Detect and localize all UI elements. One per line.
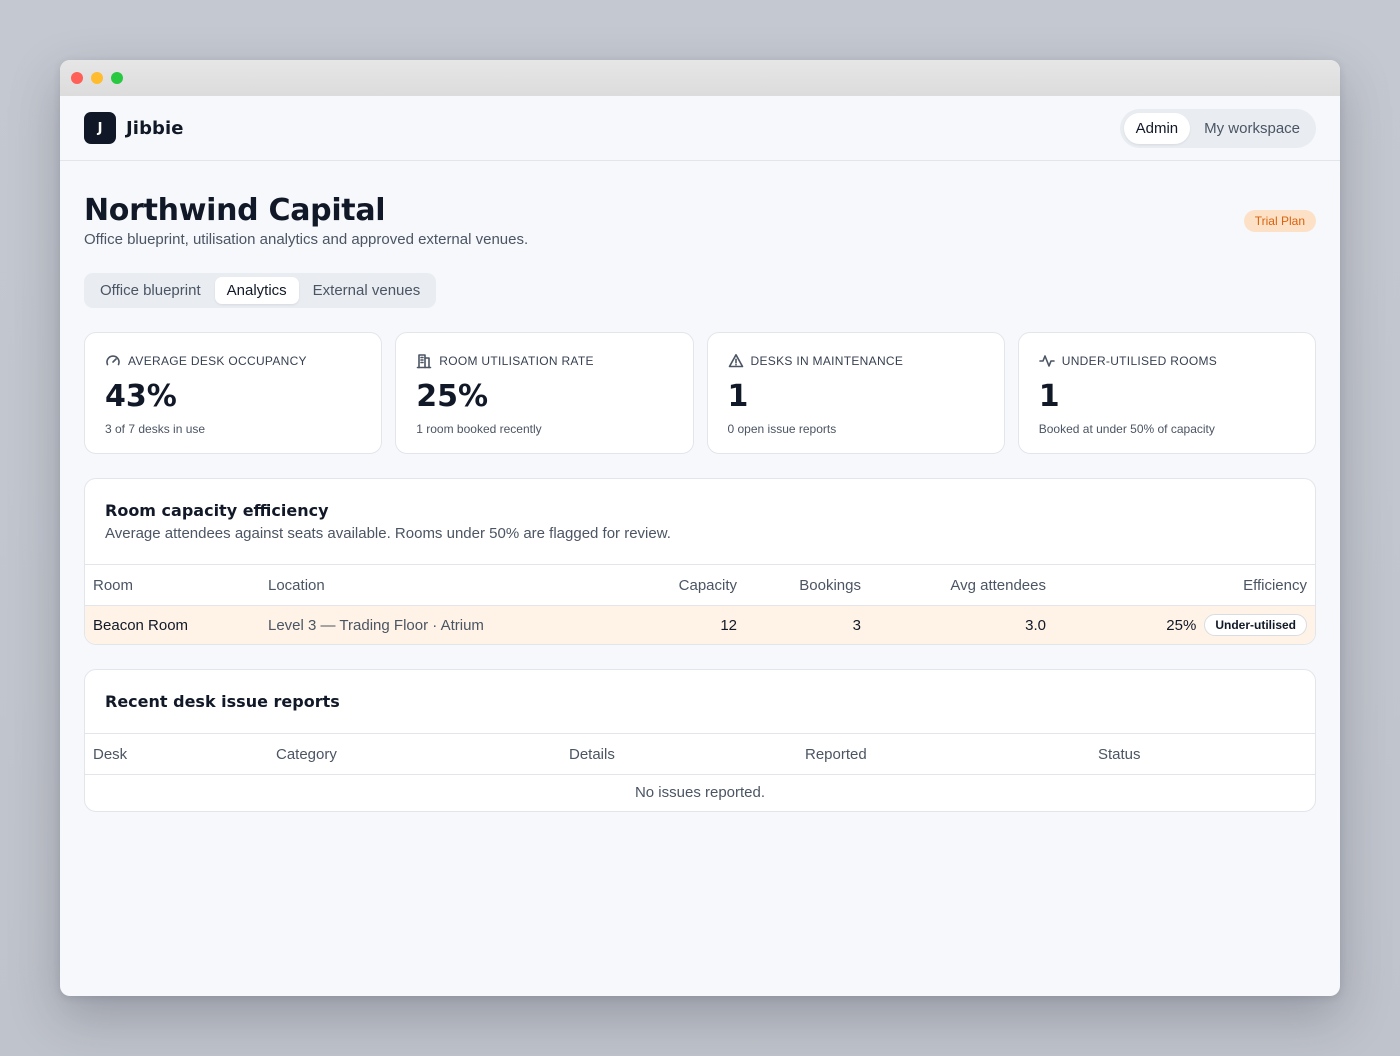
plan-badge: Trial Plan [1243, 210, 1316, 232]
main-content: Northwind Capital Office blueprint, util… [60, 161, 1340, 812]
app-window: J Jibbie Admin My workspace Northwind Ca… [60, 60, 1340, 996]
table-row[interactable]: Beacon Room Level 3 — Trading Floor · At… [85, 605, 1315, 644]
brand-name: Jibbie [126, 117, 184, 139]
kpi-caption: 1 room booked recently [416, 422, 542, 436]
maximize-window-button[interactable] [111, 72, 123, 84]
column-header-category[interactable]: Category [268, 733, 561, 775]
room-efficiency-value: 25% [1166, 616, 1197, 634]
column-header-location[interactable]: Location [260, 564, 590, 606]
kpi-card-desks-maintenance: DESKS IN MAINTENANCE 1 0 open issue repo… [706, 332, 1005, 454]
column-header-desk[interactable]: Desk [85, 733, 268, 775]
activity-icon [1038, 355, 1055, 367]
kpi-label: AVERAGE DESK OCCUPANCY [128, 354, 307, 368]
mode-admin-button[interactable]: Admin [1123, 112, 1191, 144]
room-bookings: 3 [745, 605, 869, 644]
room-efficiency-table: Room Location Capacity Bookings Avg atte… [85, 564, 1315, 644]
kpi-grid: AVERAGE DESK OCCUPANCY 43% 3 of 7 desks … [84, 332, 1316, 454]
table-header-row: Room Location Capacity Bookings Avg atte… [85, 564, 1315, 606]
empty-row: No issues reported. [85, 775, 1315, 811]
kpi-value: 1 [727, 379, 749, 414]
kpi-value: 25% [416, 379, 489, 414]
issue-reports-card: Recent desk issue reports Desk Category … [84, 669, 1316, 812]
gauge-icon [106, 355, 120, 366]
kpi-card-desk-occupancy: AVERAGE DESK OCCUPANCY 43% 3 of 7 desks … [84, 332, 383, 454]
brand-logo: J [84, 112, 116, 144]
card-title: Room capacity efficiency [105, 501, 329, 520]
card-subtitle: Average attendees against seats availabl… [105, 525, 671, 542]
room-capacity: 12 [590, 605, 745, 644]
room-efficiency-card: Room capacity efficiency Average attende… [84, 478, 1316, 645]
top-bar: J Jibbie Admin My workspace [60, 96, 1340, 161]
mode-workspace-button[interactable]: My workspace [1192, 113, 1312, 144]
column-header-reported[interactable]: Reported [797, 733, 1090, 775]
kpi-caption: Booked at under 50% of capacity [1038, 422, 1215, 436]
brand[interactable]: J Jibbie [84, 112, 184, 144]
kpi-label: UNDER-UTILISED ROOMS [1061, 354, 1218, 368]
room-avg-attendees: 3.0 [869, 605, 1054, 644]
issue-reports-table: Desk Category Details Reported Status No… [85, 733, 1315, 811]
kpi-caption: 3 of 7 desks in use [105, 422, 206, 436]
section-tabs: Office blueprint Analytics External venu… [84, 273, 437, 308]
column-header-status[interactable]: Status [1090, 733, 1315, 775]
kpi-label: ROOM UTILISATION RATE [439, 354, 594, 368]
kpi-caption: 0 open issue reports [727, 422, 837, 436]
column-header-details[interactable]: Details [561, 733, 797, 775]
tab-analytics[interactable]: Analytics [214, 277, 299, 304]
empty-state-text: No issues reported. [634, 784, 766, 802]
card-title: Recent desk issue reports [105, 692, 340, 711]
warning-icon [728, 354, 743, 368]
mode-switch: Admin My workspace [1119, 108, 1316, 148]
window-titlebar [60, 60, 1340, 96]
kpi-card-under-utilised: UNDER-UTILISED ROOMS 1 Booked at under 5… [1017, 332, 1316, 454]
minimize-window-button[interactable] [91, 72, 103, 84]
column-header-capacity[interactable]: Capacity [590, 564, 745, 606]
close-window-button[interactable] [71, 72, 83, 84]
column-header-avg-attendees[interactable]: Avg attendees [869, 564, 1054, 606]
column-header-bookings[interactable]: Bookings [745, 564, 869, 606]
page-title: Northwind Capital [84, 193, 386, 228]
tab-office-blueprint[interactable]: Office blueprint [88, 277, 213, 304]
kpi-value: 43% [105, 379, 177, 414]
tab-external-venues[interactable]: External venues [301, 277, 433, 304]
table-header-row: Desk Category Details Reported Status [85, 733, 1315, 775]
column-header-efficiency[interactable]: Efficiency [1054, 564, 1315, 606]
room-location: Level 3 — Trading Floor · Atrium [260, 605, 590, 644]
kpi-label: DESKS IN MAINTENANCE [750, 354, 904, 368]
kpi-card-room-utilisation: ROOM UTILISATION RATE 25% 1 room booked … [395, 332, 694, 454]
under-utilised-badge: Under-utilised [1204, 614, 1307, 636]
building-icon [416, 354, 432, 369]
room-name: Beacon Room [85, 605, 260, 644]
column-header-room[interactable]: Room [85, 564, 260, 606]
page-subtitle: Office blueprint, utilisation analytics … [84, 231, 529, 248]
kpi-value: 1 [1038, 379, 1060, 414]
